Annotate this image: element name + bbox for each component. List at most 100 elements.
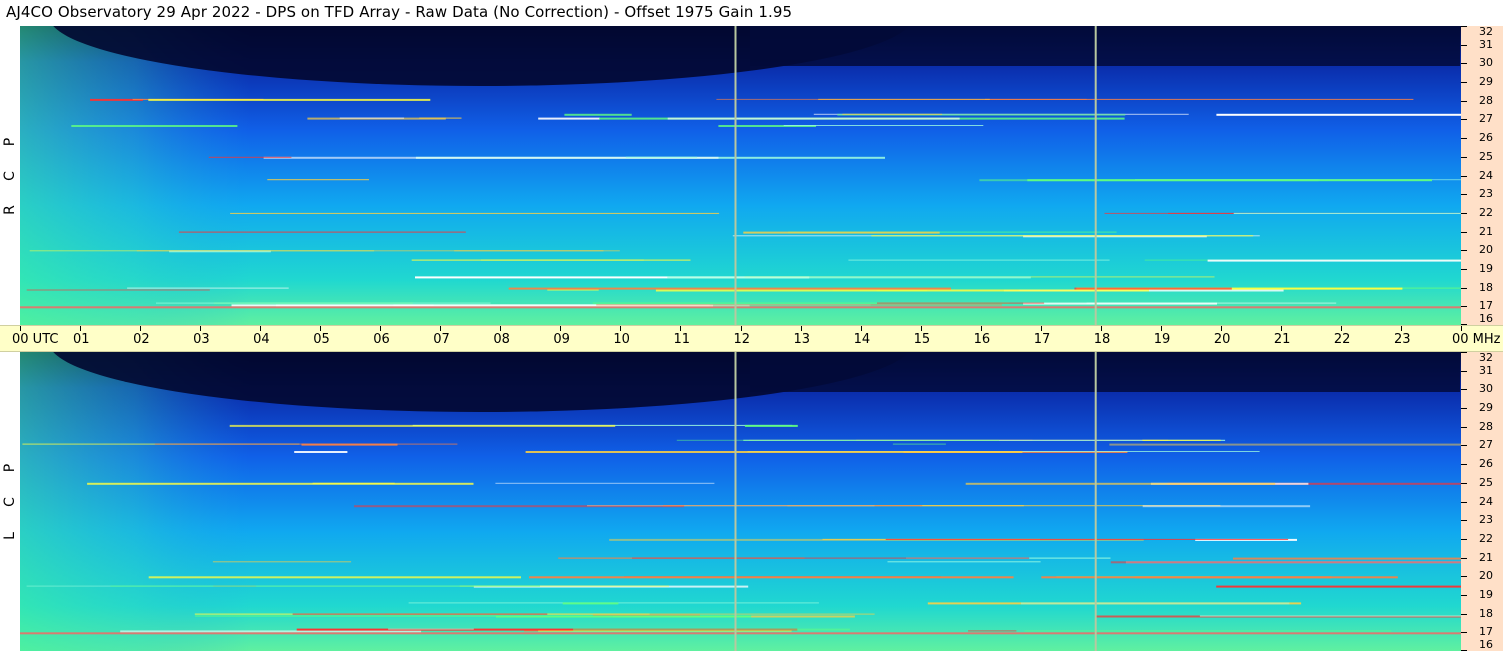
ytick-mark [1461, 119, 1467, 121]
xtick-label: 03 [193, 332, 210, 347]
xtick-label: 07 [433, 332, 450, 347]
rfi-line-17mhz [20, 632, 1461, 635]
rfi-line [267, 179, 369, 181]
xtick-label: 19 [1153, 332, 1171, 347]
ytick-mark [1461, 389, 1467, 391]
rfi-line [419, 117, 462, 119]
rfi-line [1020, 602, 1290, 605]
xtick-mark [20, 326, 21, 331]
rfi-line [195, 615, 507, 617]
ytick-label: 16 [1479, 638, 1493, 651]
dark-night-region [750, 352, 1460, 392]
ytick-mark [1461, 63, 1467, 65]
vertical-marker-line [734, 352, 737, 651]
xtick-mark [620, 326, 622, 331]
rfi-line [388, 628, 474, 630]
utc-time-axis: 00 UTC 01 02 03 04 05 06 07 08 09 10 11 12 13 14 15 16 17… [0, 325, 1503, 352]
rfi-line [178, 231, 466, 233]
ytick-label: 30 [1479, 382, 1493, 396]
spectrogram-canvas [20, 26, 1461, 325]
ytick-mark [1461, 82, 1467, 84]
spectrogram-canvas [20, 352, 1461, 651]
ytick-mark [1461, 156, 1467, 158]
ytick-mark [1461, 482, 1467, 484]
polarization-letter: P [2, 137, 18, 147]
rfi-line [1233, 212, 1461, 214]
xtick-mark [1100, 326, 1102, 331]
rfi-line [887, 561, 1041, 563]
ytick-mark [1461, 287, 1467, 289]
rfi-line [667, 276, 1031, 279]
rfi-line [148, 98, 431, 101]
rfi-line [1074, 287, 1232, 290]
ytick-mark [1461, 501, 1467, 503]
ytick-label: 19 [1479, 587, 1493, 601]
ytick-mark [1461, 175, 1467, 177]
lcp-frequency-axis: 16 17 18 19 20 21 22 23 24 25 26 27 28 29 30 31 32 [1461, 352, 1503, 651]
rfi-line [842, 113, 943, 115]
ytick-label: 20 [1479, 569, 1493, 583]
xtick-label: 17 [1033, 332, 1051, 347]
polarization-letter: R [2, 205, 18, 215]
rfi-line [411, 259, 691, 261]
ytick-label: 31 [1479, 363, 1493, 377]
rfi-line [312, 482, 395, 484]
xtick-mark [740, 326, 742, 331]
rfi-line [1216, 585, 1461, 588]
ytick-mark [1461, 594, 1467, 596]
rfi-line [230, 212, 720, 214]
rfi-line [968, 630, 1017, 632]
rfi-line [564, 113, 632, 116]
ytick-mark [1461, 231, 1467, 233]
xtick-mark [440, 326, 442, 331]
ytick-label: 23 [1479, 187, 1493, 201]
rfi-line [508, 287, 951, 290]
rfi-line [1199, 615, 1461, 617]
rfi-line [783, 125, 984, 126]
rfi-line [716, 98, 1087, 100]
xtick-label: 08 [493, 332, 510, 347]
xtick-label: 06 [373, 332, 390, 347]
ytick-mark [1461, 464, 1467, 466]
ytick-label: 29 [1479, 401, 1493, 415]
ytick-label: 24 [1479, 168, 1493, 182]
xtick-mark [500, 326, 502, 331]
ytick-mark [1461, 100, 1467, 102]
ytick-label: 19 [1479, 261, 1493, 275]
rfi-line [1109, 443, 1461, 446]
xtick-mark [1400, 326, 1402, 331]
ytick-mark [1461, 632, 1467, 634]
ytick-label: 22 [1479, 531, 1493, 545]
rcp-frequency-axis: 16 17 18 19 20 21 22 23 24 25 26 27 28 29 30 31 32 [1461, 26, 1503, 325]
ytick-label: 31 [1479, 37, 1493, 51]
rfi-line [1024, 630, 1392, 632]
xtick-label: 22 [1333, 332, 1351, 347]
xtick-label: 15 [913, 332, 931, 347]
xtick-label: 09 [553, 332, 570, 347]
lcp-spectrogram [20, 352, 1461, 651]
rfi-line [127, 287, 289, 289]
rfi-line [663, 505, 923, 507]
rfi-line [339, 117, 405, 119]
chart-title: AJ4CO Observatory 29 Apr 2022 - DPS on T… [6, 3, 793, 21]
rfi-line [892, 443, 946, 445]
rfi-line [885, 538, 1289, 540]
rfi-line [110, 585, 541, 587]
xtick-mark [380, 326, 382, 331]
rfi-line [667, 117, 960, 120]
ytick-label: 18 [1479, 606, 1493, 620]
ytick-label: 25 [1479, 149, 1493, 163]
ytick-label: 32 [1479, 351, 1493, 364]
rfi-line [525, 451, 1023, 453]
xtick-mark [680, 326, 682, 331]
xtick-label: 11 [673, 332, 690, 347]
rfi-line [154, 443, 458, 445]
rfi-line [120, 630, 422, 633]
xtick-label: 16 [973, 332, 991, 347]
ytick-mark [1461, 370, 1467, 372]
ytick-label: 16 [1479, 312, 1493, 325]
xtick-label: 20 [1213, 332, 1231, 347]
rfi-line [148, 576, 521, 579]
xtick-label: 13 [793, 332, 811, 347]
xtick-mark [560, 326, 562, 331]
